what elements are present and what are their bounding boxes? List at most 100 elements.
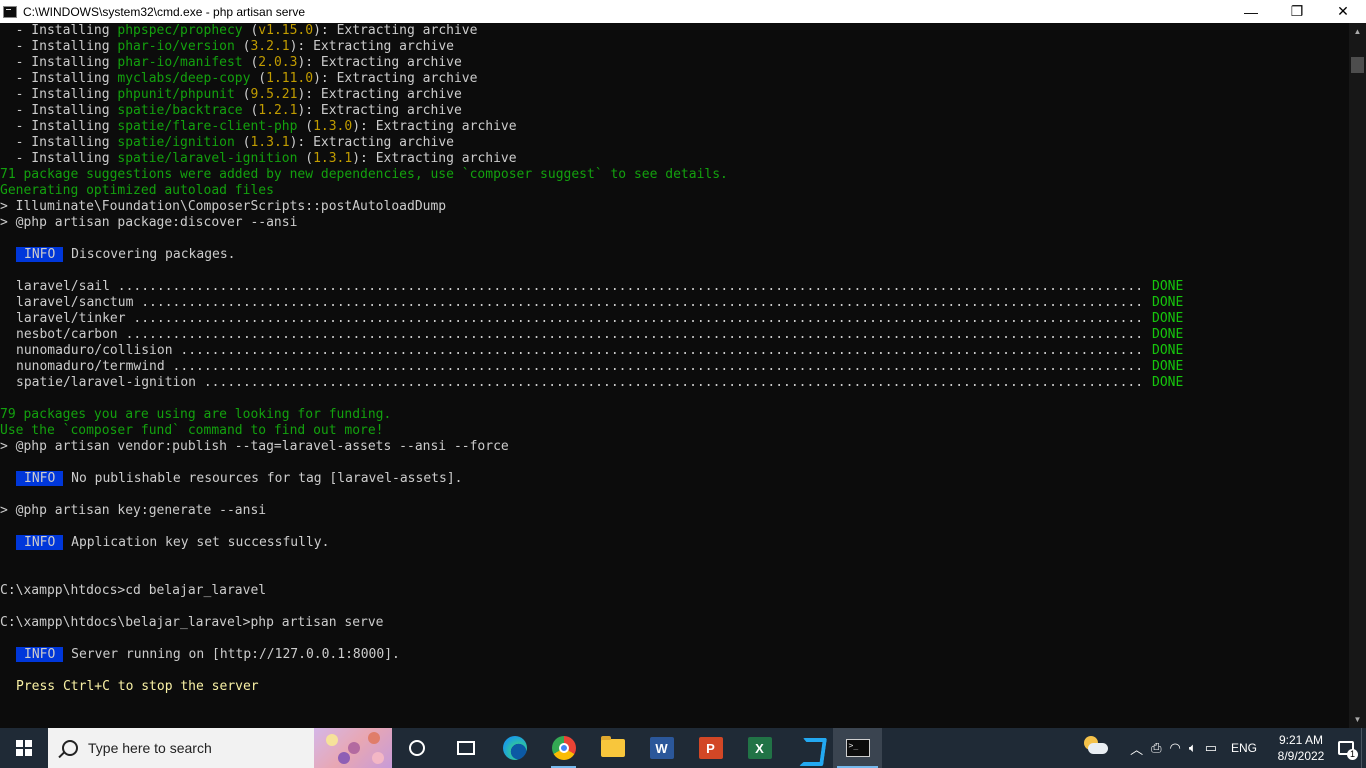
dot-leader: ........................................…: [133, 311, 1144, 326]
install-paren-open: (: [297, 151, 314, 166]
cortana-icon: [408, 740, 425, 756]
scroll-up-arrow-icon[interactable]: ▲: [1349, 23, 1366, 40]
install-package-name: spatie/backtrace: [117, 103, 243, 118]
install-version: 2.0.3: [258, 55, 298, 70]
install-suffix: ): Extracting archive: [297, 103, 462, 118]
install-prefix: - Installing: [0, 119, 118, 134]
install-suffix: ): Extracting archive: [289, 135, 454, 150]
install-prefix: - Installing: [0, 87, 118, 102]
volume-icon[interactable]: 🔈︎: [1189, 741, 1197, 756]
package-status-done: DONE: [1152, 311, 1184, 326]
install-prefix: - Installing: [0, 103, 118, 118]
edge-icon: [502, 736, 527, 760]
install-paren-open: (: [234, 39, 251, 54]
excel-icon: X: [747, 737, 772, 759]
install-prefix: - Installing: [0, 135, 118, 150]
discovered-package-name: laravel/sanctum: [16, 295, 134, 310]
install-suffix: ): Extracting archive: [289, 39, 454, 54]
install-line: - Installing phar-io/version (3.2.1): Ex…: [0, 39, 454, 55]
title-bar: C:\WINDOWS\system32\cmd.exe - php artisa…: [0, 0, 1366, 23]
install-line: - Installing phpunit/phpunit (9.5.21): E…: [0, 87, 462, 103]
console-output[interactable]: - Installing phpspec/prophecy (v1.15.0):…: [0, 23, 1349, 728]
minimize-button[interactable]: —: [1228, 0, 1274, 23]
show-desktop-button[interactable]: [1361, 728, 1366, 768]
taskbar-vscode[interactable]: [784, 728, 833, 768]
clock[interactable]: 9:21 AM 8/9/2022: [1271, 732, 1331, 764]
suggestions-line: 71 package suggestions were added by new…: [0, 167, 728, 182]
install-line: - Installing phpspec/prophecy (v1.15.0):…: [0, 23, 478, 39]
package-status-done: DONE: [1152, 375, 1184, 390]
install-paren-open: (: [242, 23, 259, 38]
package-status-done: DONE: [1152, 343, 1184, 358]
package-status-done: DONE: [1152, 295, 1184, 310]
install-package-name: spatie/ignition: [117, 135, 235, 150]
dot-leader: ........................................…: [141, 295, 1144, 310]
install-package-name: phpspec/prophecy: [117, 23, 243, 38]
windows-icon: [16, 740, 32, 756]
package-status-done: DONE: [1152, 359, 1184, 374]
system-tray: ︿ ⎙ ◠ 🔈︎ ▭ ENG 9:21 AM 8/9/2022 1: [1084, 728, 1366, 768]
discovering-text: Discovering packages.: [71, 247, 236, 262]
no-publishable-text: No publishable resources for tag [larave…: [71, 471, 463, 486]
install-paren-open: (: [234, 87, 251, 102]
install-package-name: myclabs/deep-copy: [117, 71, 251, 86]
discovered-package-name: nunomaduro/termwind: [16, 359, 165, 374]
install-line: - Installing spatie/flare-client-php (1.…: [0, 119, 517, 135]
close-button[interactable]: ✕: [1320, 0, 1366, 23]
task-view-button[interactable]: [441, 728, 490, 768]
package-status-done: DONE: [1152, 279, 1184, 294]
serve-command-line: C:\xampp\htdocs\belajar_laravel>php arti…: [0, 615, 384, 630]
install-prefix: - Installing: [0, 39, 118, 54]
taskbar-chrome[interactable]: [539, 728, 588, 768]
meet-now-icon[interactable]: ⎙: [1151, 741, 1161, 756]
install-paren-open: (: [242, 103, 259, 118]
restore-button[interactable]: ❐: [1274, 0, 1320, 23]
taskbar-cmd[interactable]: [833, 728, 882, 768]
weather-icon[interactable]: [1084, 736, 1109, 756]
install-package-name: phar-io/manifest: [117, 55, 243, 70]
cortana-button[interactable]: [392, 728, 441, 768]
battery-icon[interactable]: ▭: [1205, 741, 1217, 756]
taskbar-excel[interactable]: X: [735, 728, 784, 768]
install-version: 1.2.1: [258, 103, 298, 118]
install-version: 1.3.0: [313, 119, 353, 134]
start-button[interactable]: [0, 728, 48, 768]
install-package-name: spatie/flare-client-php: [117, 119, 298, 134]
install-line: - Installing spatie/backtrace (1.2.1): E…: [0, 103, 462, 119]
wifi-icon[interactable]: ◠: [1170, 741, 1181, 756]
autoload-line: Generating optimized autoload files: [0, 183, 274, 198]
taskbar-word[interactable]: W: [637, 728, 686, 768]
install-suffix: ): Extracting archive: [352, 119, 517, 134]
cmd-app-icon: [3, 5, 17, 18]
vendor-publish-line: > @php artisan vendor:publish --tag=lara…: [0, 439, 509, 454]
info-publish-line: INFO No publishable resources for tag [l…: [16, 471, 462, 487]
action-center-button[interactable]: 1: [1331, 728, 1361, 768]
install-version: 3.2.1: [250, 39, 290, 54]
search-highlight-image[interactable]: [314, 728, 392, 768]
install-suffix: ): Extracting archive: [313, 23, 478, 38]
install-version: v1.15.0: [258, 23, 314, 38]
taskbar-search-box[interactable]: Type here to search: [48, 728, 392, 768]
taskbar-powerpoint[interactable]: P: [686, 728, 735, 768]
show-hidden-icons-chevron-icon[interactable]: ︿: [1130, 739, 1143, 758]
taskbar-file-explorer[interactable]: [588, 728, 637, 768]
press-ctrl-c-line: Press Ctrl+C to stop the server: [16, 679, 259, 694]
install-prefix: - Installing: [0, 23, 118, 38]
install-package-name: phpunit/phpunit: [117, 87, 235, 102]
scroll-down-arrow-icon[interactable]: ▼: [1349, 711, 1366, 728]
info-badge: INFO: [16, 247, 64, 262]
input-language[interactable]: ENG: [1231, 741, 1257, 755]
taskbar-edge[interactable]: [490, 728, 539, 768]
server-running-text: Server running on [http://127.0.0.1:8000…: [71, 647, 400, 662]
install-paren-open: (: [234, 135, 251, 150]
scrollbar-thumb[interactable]: [1351, 57, 1364, 73]
funding-line-2: Use the `composer fund` command to find …: [0, 423, 384, 438]
vertical-scrollbar[interactable]: ▲ ▼: [1349, 23, 1366, 728]
install-paren-open: (: [242, 55, 259, 70]
install-version: 9.5.21: [250, 87, 298, 102]
info-badge: INFO: [16, 471, 64, 486]
install-suffix: ): Extracting archive: [297, 87, 462, 102]
task-view-icon: [456, 741, 475, 755]
package-discover-line: > @php artisan package:discover --ansi: [0, 215, 298, 230]
postautoload-line: > Illuminate\Foundation\ComposerScripts:…: [0, 199, 447, 214]
